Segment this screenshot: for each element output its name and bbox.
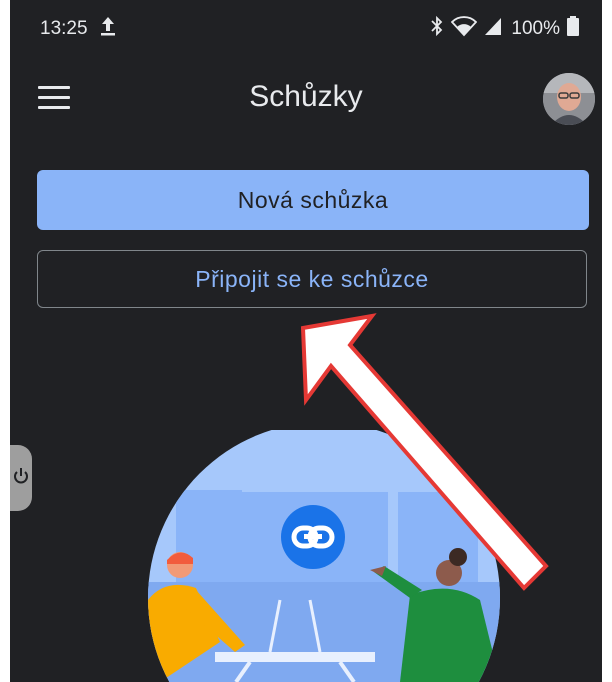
new-meeting-button[interactable]: Nová schůzka [37,170,589,230]
meeting-illustration [148,430,500,682]
battery-percent: 100% [511,18,560,39]
page-title: Schůzky [249,80,363,113]
status-icons: 100% [429,14,580,44]
upload-icon [98,14,118,44]
battery-icon [566,14,580,44]
wifi-icon [451,14,478,44]
status-time: 13:25 [40,18,88,39]
avatar[interactable] [543,73,595,125]
bluetooth-icon [429,14,445,44]
app-screen: 13:25 100% Schůzky Nová schůzka Připojit… [10,0,602,682]
status-bar: 13:25 100% [10,0,602,56]
app-bar: Schůzky [10,60,602,140]
signal-icon [483,14,503,44]
join-meeting-button[interactable]: Připojit se ke schůzce [37,250,587,308]
